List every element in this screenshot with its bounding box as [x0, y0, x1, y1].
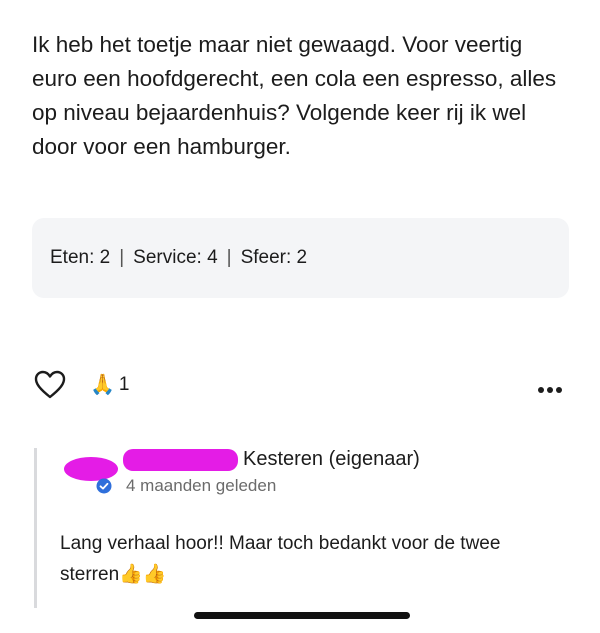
ratings-summary: Eten: 2 | Service: 4 | Sfeer: 2 [32, 218, 569, 298]
rating-separator: | [226, 247, 232, 268]
rating-food: Eten: 2 [50, 247, 111, 268]
owner-reply-text: Lang verhaal hoor!! Maar toch bedankt vo… [60, 533, 501, 585]
reaction-count: 1 [118, 373, 130, 395]
rating-separator: | [119, 247, 125, 268]
review-actions: 🙏 1 [32, 368, 572, 404]
rating-service: Service: 4 [133, 247, 218, 268]
owner-name-redaction [123, 449, 238, 471]
reply-timestamp: 4 maanden geleden [126, 476, 277, 495]
praying-hands-icon: 🙏 [90, 374, 115, 396]
more-options-icon[interactable] [538, 380, 566, 393]
rating-atmosphere: Sfeer: 2 [240, 247, 308, 268]
review-text: Ik heb het toetje maar niet gewaagd. Voo… [32, 32, 557, 159]
heart-icon[interactable] [34, 370, 66, 400]
owner-name[interactable]: Kesteren (eigenaar) [243, 448, 420, 471]
reply-thread-line [34, 448, 37, 608]
home-indicator[interactable] [194, 612, 410, 619]
reaction-button[interactable]: 🙏 1 [90, 372, 129, 397]
verified-badge-icon [96, 478, 112, 494]
